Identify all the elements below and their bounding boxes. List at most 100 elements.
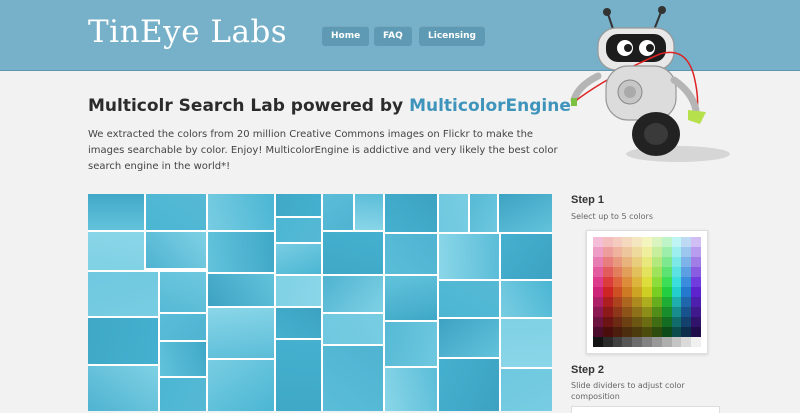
color-swatch[interactable]: [681, 307, 692, 317]
color-swatch[interactable]: [622, 247, 633, 257]
color-swatch[interactable]: [642, 287, 653, 297]
color-swatch[interactable]: [681, 327, 692, 337]
color-swatch[interactable]: [671, 287, 682, 297]
color-swatch[interactable]: [661, 287, 672, 297]
image-result-tile[interactable]: [439, 234, 499, 279]
color-swatch[interactable]: [661, 317, 672, 327]
image-result-tile[interactable]: [323, 346, 383, 411]
color-swatch[interactable]: [632, 287, 643, 297]
color-swatch[interactable]: [602, 307, 613, 317]
color-swatch[interactable]: [632, 327, 643, 337]
image-result-tile[interactable]: [208, 274, 274, 306]
color-swatch[interactable]: [661, 247, 672, 257]
color-swatch[interactable]: [593, 277, 603, 287]
color-swatch[interactable]: [622, 327, 633, 337]
color-swatch[interactable]: [593, 327, 603, 337]
color-swatch[interactable]: [661, 337, 672, 347]
color-swatch[interactable]: [661, 327, 672, 337]
color-swatch[interactable]: [651, 247, 662, 257]
color-swatch[interactable]: [593, 317, 603, 327]
image-result-tile[interactable]: [276, 276, 321, 306]
color-swatch[interactable]: [651, 297, 662, 307]
color-swatch[interactable]: [691, 247, 702, 257]
color-swatch[interactable]: [612, 317, 623, 327]
color-swatch[interactable]: [612, 287, 623, 297]
color-swatch[interactable]: [612, 337, 623, 347]
color-swatch[interactable]: [691, 317, 702, 327]
color-composition-slider[interactable]: [571, 406, 720, 413]
image-result-tile[interactable]: [385, 368, 437, 411]
color-swatch[interactable]: [632, 307, 643, 317]
color-swatch[interactable]: [593, 337, 603, 347]
color-swatch[interactable]: [622, 317, 633, 327]
color-swatch[interactable]: [671, 277, 682, 287]
color-swatch[interactable]: [602, 287, 613, 297]
color-swatch[interactable]: [632, 277, 643, 287]
image-result-tile[interactable]: [208, 360, 274, 411]
color-swatch[interactable]: [593, 257, 603, 267]
color-swatch[interactable]: [602, 327, 613, 337]
image-result-tile[interactable]: [276, 340, 321, 411]
color-swatch[interactable]: [612, 237, 623, 247]
color-swatch[interactable]: [622, 237, 633, 247]
color-swatch[interactable]: [671, 337, 682, 347]
color-swatch[interactable]: [622, 277, 633, 287]
color-swatch[interactable]: [632, 257, 643, 267]
color-swatch[interactable]: [681, 257, 692, 267]
color-swatch[interactable]: [651, 317, 662, 327]
color-swatch[interactable]: [691, 267, 702, 277]
color-swatch[interactable]: [593, 247, 603, 257]
color-swatch[interactable]: [671, 267, 682, 277]
color-swatch[interactable]: [681, 247, 692, 257]
color-swatch[interactable]: [681, 297, 692, 307]
image-result-tile[interactable]: [323, 194, 353, 230]
image-result-tile[interactable]: [355, 194, 383, 230]
image-result-tile[interactable]: [470, 194, 497, 232]
color-swatch[interactable]: [651, 237, 662, 247]
color-swatch[interactable]: [681, 237, 692, 247]
color-swatch[interactable]: [632, 297, 643, 307]
color-swatch[interactable]: [612, 247, 623, 257]
color-swatch[interactable]: [593, 237, 603, 247]
image-result-tile[interactable]: [385, 276, 437, 320]
color-swatch[interactable]: [691, 337, 702, 347]
color-swatch[interactable]: [651, 327, 662, 337]
color-swatch[interactable]: [642, 237, 653, 247]
color-swatch[interactable]: [681, 267, 692, 277]
color-swatch[interactable]: [612, 277, 623, 287]
color-swatch[interactable]: [642, 247, 653, 257]
image-result-tile[interactable]: [88, 194, 144, 230]
color-swatch[interactable]: [622, 287, 633, 297]
color-swatch[interactable]: [661, 267, 672, 277]
color-swatch[interactable]: [681, 317, 692, 327]
color-swatch[interactable]: [671, 317, 682, 327]
color-swatch[interactable]: [671, 257, 682, 267]
image-result-tile[interactable]: [499, 194, 552, 232]
color-swatch[interactable]: [612, 257, 623, 267]
color-swatch[interactable]: [593, 267, 603, 277]
image-result-tile[interactable]: [276, 194, 321, 216]
image-result-tile[interactable]: [88, 318, 158, 364]
color-swatch[interactable]: [602, 267, 613, 277]
image-result-tile[interactable]: [501, 281, 552, 317]
color-swatch[interactable]: [661, 257, 672, 267]
tineye-labs-logo[interactable]: TinEye Labs: [88, 14, 287, 50]
color-swatch[interactable]: [593, 297, 603, 307]
color-swatch[interactable]: [651, 337, 662, 347]
color-swatch[interactable]: [651, 287, 662, 297]
color-swatch[interactable]: [612, 307, 623, 317]
image-result-tile[interactable]: [208, 232, 274, 272]
image-result-tile[interactable]: [146, 194, 206, 230]
color-swatch[interactable]: [691, 307, 702, 317]
color-swatch[interactable]: [661, 237, 672, 247]
image-result-tile[interactable]: [323, 314, 383, 344]
color-palette-grid[interactable]: [593, 237, 702, 347]
color-swatch[interactable]: [632, 267, 643, 277]
color-swatch[interactable]: [691, 287, 702, 297]
color-swatch[interactable]: [642, 267, 653, 277]
image-result-tile[interactable]: [439, 281, 499, 317]
image-result-tile[interactable]: [385, 322, 437, 366]
image-result-tile[interactable]: [208, 308, 274, 358]
color-swatch[interactable]: [602, 337, 613, 347]
color-swatch[interactable]: [612, 297, 623, 307]
